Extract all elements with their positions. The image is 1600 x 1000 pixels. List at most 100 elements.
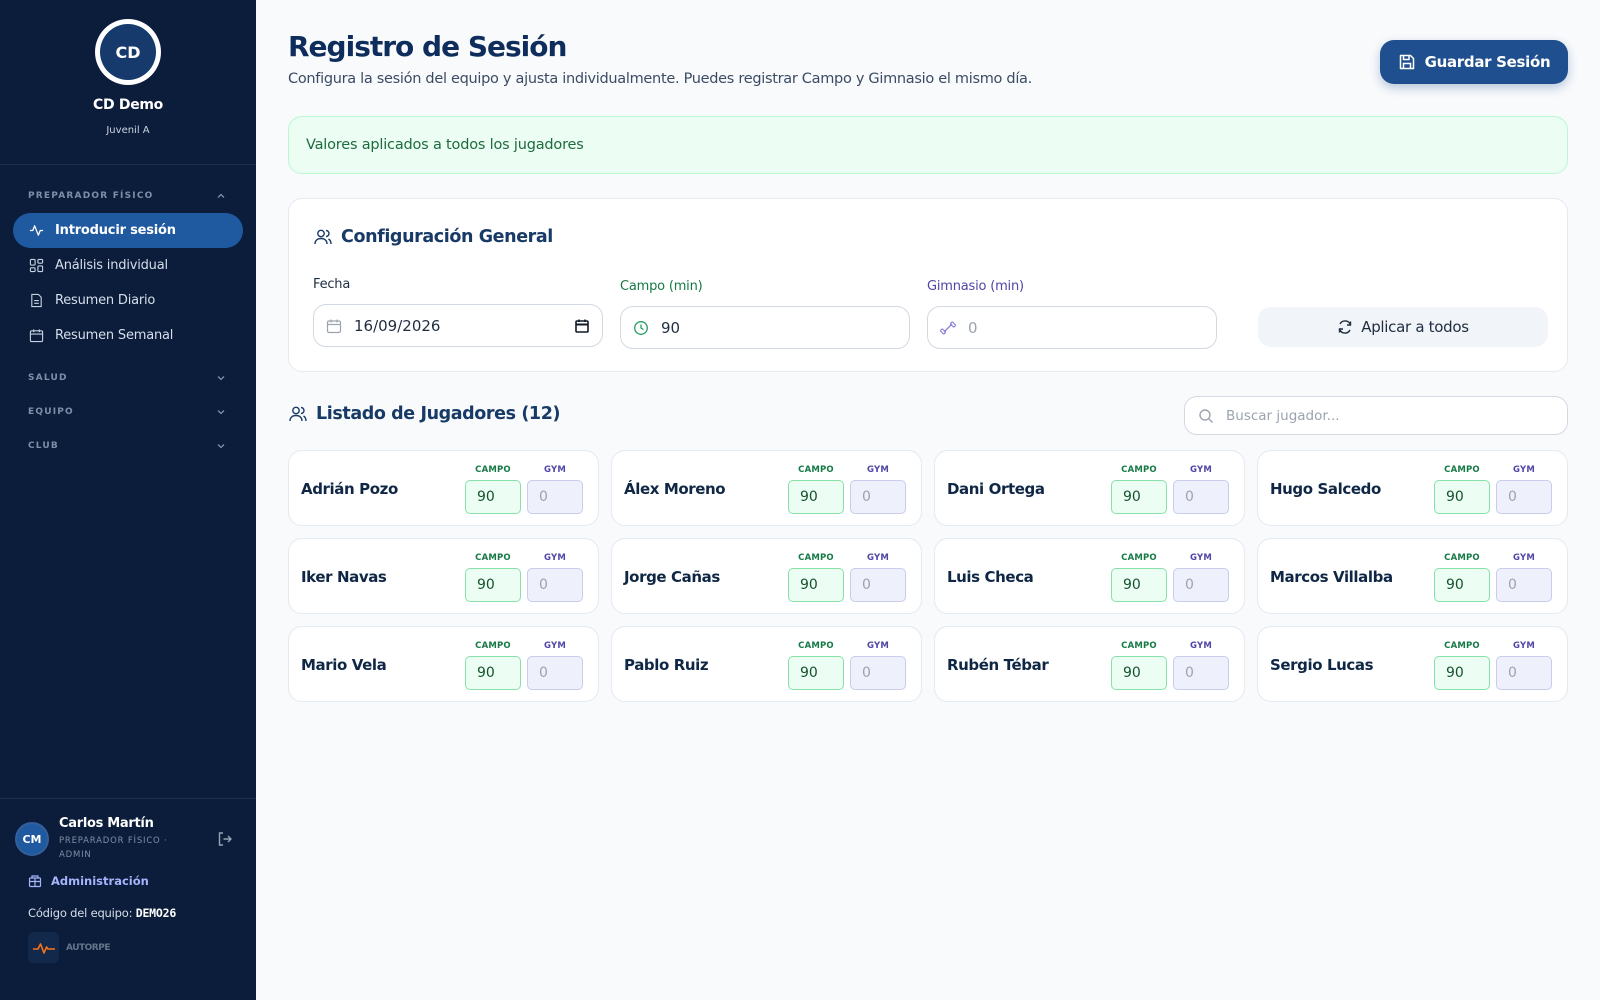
player-name: Mario Vela bbox=[301, 656, 387, 674]
date-picker-icon[interactable] bbox=[574, 318, 590, 334]
gym-label: GYM bbox=[1189, 465, 1212, 475]
apply-all-button[interactable]: Aplicar a todos bbox=[1258, 307, 1548, 347]
campo-minutes: CAMPO 90 bbox=[1111, 465, 1167, 514]
product-logo: AUTORPE bbox=[28, 932, 256, 963]
nav-item-label: Análisis individual bbox=[55, 258, 168, 273]
gym-input[interactable]: 0 bbox=[1173, 568, 1229, 602]
general-config-card: Configuración General Fecha 16/09/2026 C… bbox=[288, 198, 1568, 372]
gym-minutes: GYM 0 bbox=[1496, 465, 1552, 514]
campo-label: CAMPO bbox=[798, 641, 834, 651]
campo-input[interactable]: 90 bbox=[465, 568, 521, 602]
gym-minutes: GYM 0 bbox=[1496, 641, 1552, 690]
gym-input[interactable]: 0 bbox=[1496, 480, 1552, 514]
player-name: Adrián Pozo bbox=[301, 480, 398, 498]
building-icon bbox=[28, 875, 42, 888]
gym-minutes: GYM 0 bbox=[850, 641, 906, 690]
nav-item-introducir-sesion[interactable]: Introducir sesión bbox=[13, 213, 243, 248]
refresh-icon bbox=[1339, 320, 1352, 334]
gym-label: GYM bbox=[866, 553, 889, 563]
players-grid: Adrián Pozo CAMPO 90 GYM 0 Álex Moreno CAMPO 90… bbox=[288, 450, 1568, 702]
chevron-down-icon bbox=[217, 376, 225, 381]
sidebar-footer: CM Carlos Martín PREPARADOR FÍSICO · ADM… bbox=[0, 798, 256, 1000]
campo-minutes: CAMPO 90 bbox=[465, 553, 521, 602]
players-list-title: Listado de Jugadores (12) bbox=[288, 404, 560, 424]
gym-minutes: GYM 0 bbox=[850, 553, 906, 602]
campo-input[interactable]: 90 bbox=[1111, 480, 1167, 514]
campo-input[interactable]: 90 bbox=[1434, 656, 1490, 690]
date-value: 16/09/2026 bbox=[354, 316, 441, 335]
campo-label: CAMPO bbox=[1444, 641, 1480, 651]
logout-icon[interactable] bbox=[216, 830, 234, 848]
gym-input[interactable]: 0 bbox=[1496, 656, 1552, 690]
grid-icon bbox=[29, 258, 44, 273]
gym-label: GYM bbox=[1189, 553, 1212, 563]
campo-input[interactable]: 90 bbox=[788, 480, 844, 514]
campo-input[interactable]: 90 bbox=[1434, 480, 1490, 514]
players-list-title-text: Listado de Jugadores (12) bbox=[316, 404, 561, 424]
section-club[interactable]: CLUB bbox=[0, 429, 256, 463]
section-preparador-fisico[interactable]: PREPARADOR FÍSICO bbox=[0, 179, 256, 213]
search-icon bbox=[1199, 408, 1213, 423]
chevron-down-icon bbox=[217, 444, 225, 449]
campo-label: CAMPO bbox=[1121, 641, 1157, 651]
campo-minutes: CAMPO 90 bbox=[1111, 641, 1167, 690]
player-name: Hugo Salcedo bbox=[1270, 480, 1381, 498]
admin-link[interactable]: Administración bbox=[28, 874, 256, 888]
club-logo-initials: CD bbox=[100, 24, 156, 80]
file-icon bbox=[31, 293, 42, 308]
gym-label: GYM bbox=[543, 553, 566, 563]
player-card: Luis Checa CAMPO 90 GYM 0 bbox=[934, 538, 1245, 614]
team-code: Código del equipo: DEMO26 bbox=[28, 906, 256, 920]
pulse-logo-icon bbox=[28, 932, 59, 963]
player-name: Marcos Villalba bbox=[1270, 568, 1393, 586]
club-name: CD Demo bbox=[93, 97, 163, 113]
date-input[interactable]: 16/09/2026 bbox=[313, 304, 603, 347]
campo-input[interactable]: 90 bbox=[788, 568, 844, 602]
gym-input[interactable]: 0 bbox=[527, 480, 583, 514]
gym-input[interactable]: 0 bbox=[927, 306, 1217, 349]
config-title: Configuración General bbox=[313, 227, 553, 247]
gym-input[interactable]: 0 bbox=[850, 656, 906, 690]
calendar-icon bbox=[326, 319, 342, 333]
gym-label: GYM bbox=[866, 641, 889, 651]
gym-input[interactable]: 0 bbox=[850, 480, 906, 514]
player-card: Rubén Tébar CAMPO 90 GYM 0 bbox=[934, 626, 1245, 702]
campo-input[interactable]: 90 bbox=[1111, 656, 1167, 690]
save-session-button[interactable]: Guardar Sesión bbox=[1380, 40, 1568, 84]
success-banner: Valores aplicados a todos los jugadores bbox=[288, 116, 1568, 174]
nav-item-label: Resumen Diario bbox=[55, 293, 156, 308]
player-card: Jorge Cañas CAMPO 90 GYM 0 bbox=[611, 538, 922, 614]
nav-item-resumen-diario[interactable]: Resumen Diario bbox=[13, 283, 243, 318]
section-salud[interactable]: SALUD bbox=[0, 361, 256, 395]
campo-input[interactable]: 90 bbox=[1434, 568, 1490, 602]
player-name: Álex Moreno bbox=[624, 480, 726, 498]
nav-item-analisis-individual[interactable]: Análisis individual bbox=[13, 248, 243, 283]
campo-input[interactable]: 90 bbox=[1111, 568, 1167, 602]
gym-label: GYM bbox=[543, 641, 566, 651]
gym-input[interactable]: 0 bbox=[527, 656, 583, 690]
player-name: Pablo Ruiz bbox=[624, 656, 709, 674]
product-name: AUTORPE bbox=[66, 942, 110, 953]
gym-input[interactable]: 0 bbox=[1173, 480, 1229, 514]
section-equipo[interactable]: EQUIPO bbox=[0, 395, 256, 429]
gym-input[interactable]: 0 bbox=[1173, 656, 1229, 690]
campo-minutes: CAMPO 90 bbox=[1111, 553, 1167, 602]
campo-input[interactable]: 90 bbox=[465, 656, 521, 690]
player-card: Iker Navas CAMPO 90 GYM 0 bbox=[288, 538, 599, 614]
player-name: Jorge Cañas bbox=[624, 568, 720, 586]
campo-input[interactable]: 90 bbox=[788, 656, 844, 690]
gym-input[interactable]: 0 bbox=[850, 568, 906, 602]
gym-minutes: GYM 0 bbox=[850, 465, 906, 514]
gym-input[interactable]: 0 bbox=[1496, 568, 1552, 602]
campo-input[interactable]: 90 bbox=[465, 480, 521, 514]
gym-minutes: GYM 0 bbox=[527, 553, 583, 602]
nav-item-resumen-semanal[interactable]: Resumen Semanal bbox=[13, 318, 243, 353]
admin-label: Administración bbox=[51, 874, 149, 888]
gym-input[interactable]: 0 bbox=[527, 568, 583, 602]
gym-label: GYM bbox=[1512, 465, 1535, 475]
gym-field: Gimnasio (min) 0 bbox=[927, 279, 1217, 349]
user-info: Carlos Martín PREPARADOR FÍSICO · ADMIN bbox=[59, 816, 216, 862]
search-input[interactable] bbox=[1226, 407, 1567, 424]
player-card: Dani Ortega CAMPO 90 GYM 0 bbox=[934, 450, 1245, 526]
campo-input[interactable]: 90 bbox=[620, 306, 910, 349]
